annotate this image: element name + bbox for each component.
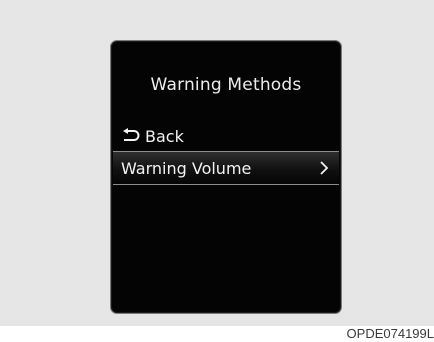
figure-code: OPDE074199L [346, 326, 434, 341]
figure-panel: Warning Methods Back Warning Volume [0, 0, 434, 326]
back-label: Back [145, 126, 184, 146]
chevron-right-icon [319, 161, 329, 175]
page-title: Warning Methods [150, 75, 302, 95]
menu-item-warning-volume[interactable]: Warning Volume [113, 151, 339, 185]
cluster-display: Warning Methods Back Warning Volume [110, 40, 342, 314]
return-arrow-icon [121, 128, 141, 144]
back-button[interactable]: Back [121, 125, 184, 147]
menu-item-label: Warning Volume [121, 158, 252, 178]
figure: Warning Methods Back Warning Volume OPDE… [0, 0, 434, 342]
